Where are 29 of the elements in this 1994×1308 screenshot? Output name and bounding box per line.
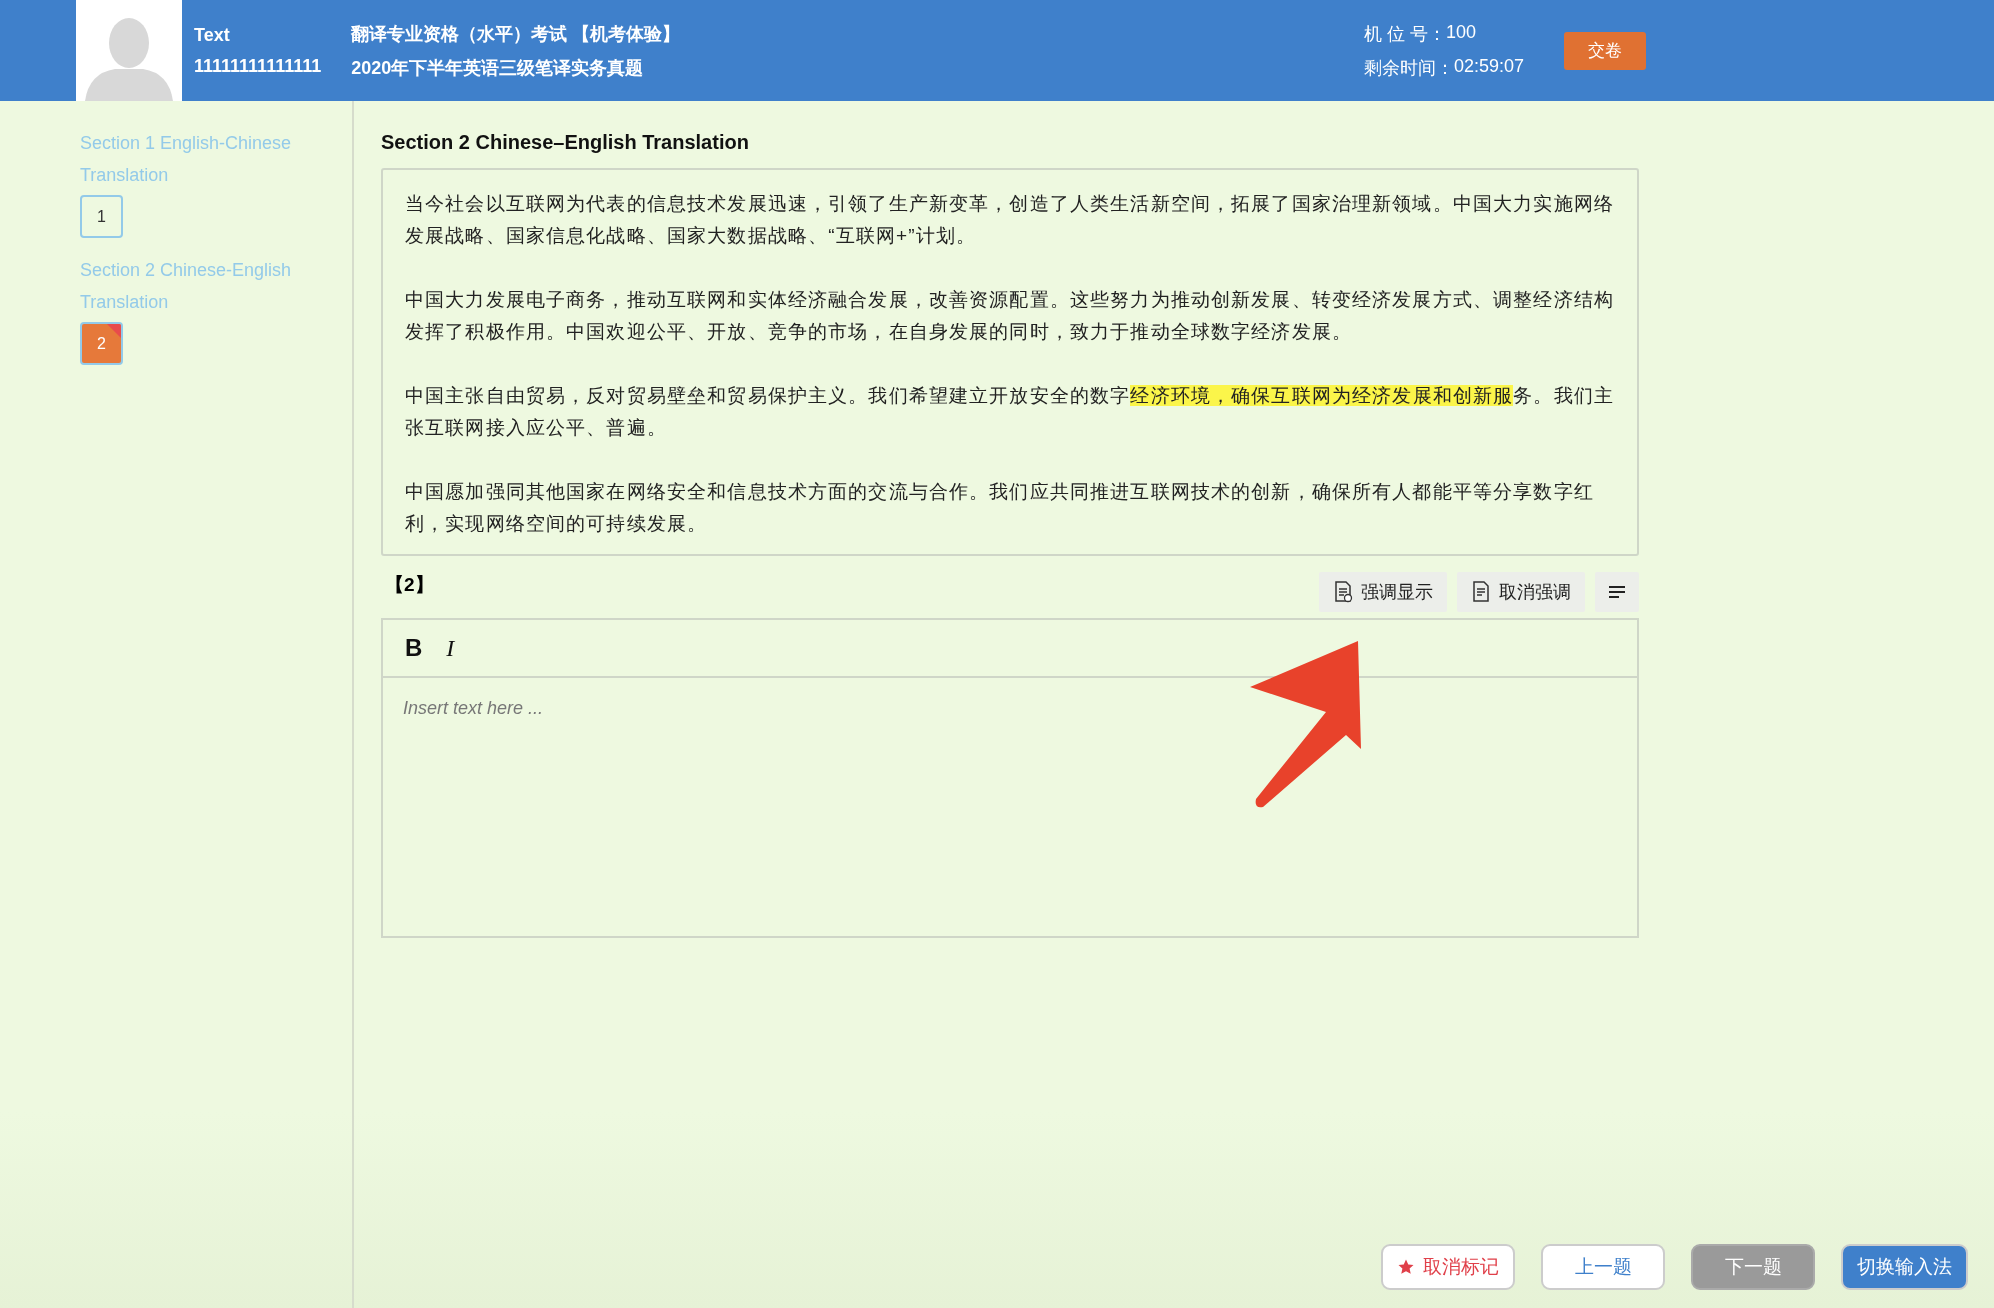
answer-input-field[interactable]: Insert text here ... [381,676,1639,938]
passage-paragraph: 中国大力发展电子商务，推动互联网和实体经济融合发展，改善资源配置。这些努力为推动创新发展、转变经济发展方式、调整经济结构发挥了积极作用。中国欢迎公平、开放、竞争的市场，在自身发展的同时，致力于推动全球数字经济发展。 [405,288,1615,344]
align-left-icon [1609,586,1625,598]
align-button[interactable] [1595,572,1639,612]
submit-button[interactable]: 交卷 [1564,31,1646,70]
seat-label: 机 位 号： [1363,22,1446,46]
unflag-button[interactable]: 取消标记 [1381,1244,1515,1290]
remove-highlight-button[interactable]: 取消强调 [1457,572,1585,612]
switch-input-button[interactable]: 切换输入法 [1841,1244,1968,1290]
time-remaining: 02:59:07 [1453,55,1524,78]
italic-button[interactable]: I [440,634,461,662]
navigation-button[interactable]: 上一题 [1541,1244,1665,1290]
question-number-button[interactable]: 2 [80,322,123,365]
document-cursor-icon [1333,581,1353,603]
exam-title: 翻译专业资格（水平）考试 【机考体验】 [351,22,681,46]
candidate-id: 11111111111111 [194,55,322,77]
bold-button[interactable]: B [399,634,429,662]
passage-paragraph: 中国愿加强同其他国家在网络安全和信息技术方面的交流与合作。我们应共同推进互联网技术的创新，确保所有人都能平等分享数字红利，实现网络空间的可持续发展。 [405,480,1595,536]
seat-number: 100 [1445,21,1476,44]
highlight-button[interactable]: 强调显示 [1319,572,1447,612]
question-number-button[interactable]: 1 [80,195,123,238]
time-label: 剩余时间： [1363,56,1454,80]
candidate-name: Text [194,24,231,46]
document-icon [1471,581,1491,603]
paper-title: 2020年下半年英语三级笔译实务真题 [351,56,645,80]
answer-label: 【2】 [385,573,434,597]
section-title: Section 2 Chinese–English Translation [381,131,750,154]
passage-paragraph: 当今社会以互联网为代表的信息技术发展迅速，引领了生产新变革，创造了人类生活新空间，拓展了国家治理新领域。中国大力实施网络发展战略、国家信息化战略、国家大数据战略、“互联网+”计划。 [405,192,1615,248]
star-icon [1397,1258,1415,1276]
